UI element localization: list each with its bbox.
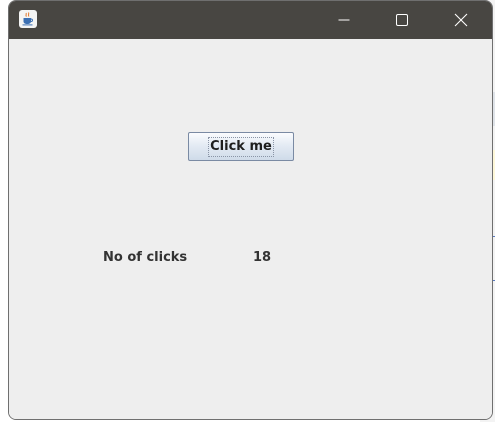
clicks-label: No of clicks [103,250,188,265]
maximize-icon [396,14,408,26]
minimize-icon [338,19,350,21]
clicks-count-value: 18 [253,250,272,265]
java-cup-icon[interactable] [19,10,37,28]
click-me-button[interactable]: Click me [188,132,294,161]
close-button[interactable] [432,1,490,39]
app-window: Click me No of clicks 18 [8,0,493,420]
title-bar[interactable] [9,1,492,39]
close-icon [454,13,468,27]
maximize-button[interactable] [373,1,431,39]
minimize-button[interactable] [315,1,373,39]
click-me-button-label: Click me [208,136,274,157]
content-panel: Click me No of clicks 18 [9,39,492,419]
